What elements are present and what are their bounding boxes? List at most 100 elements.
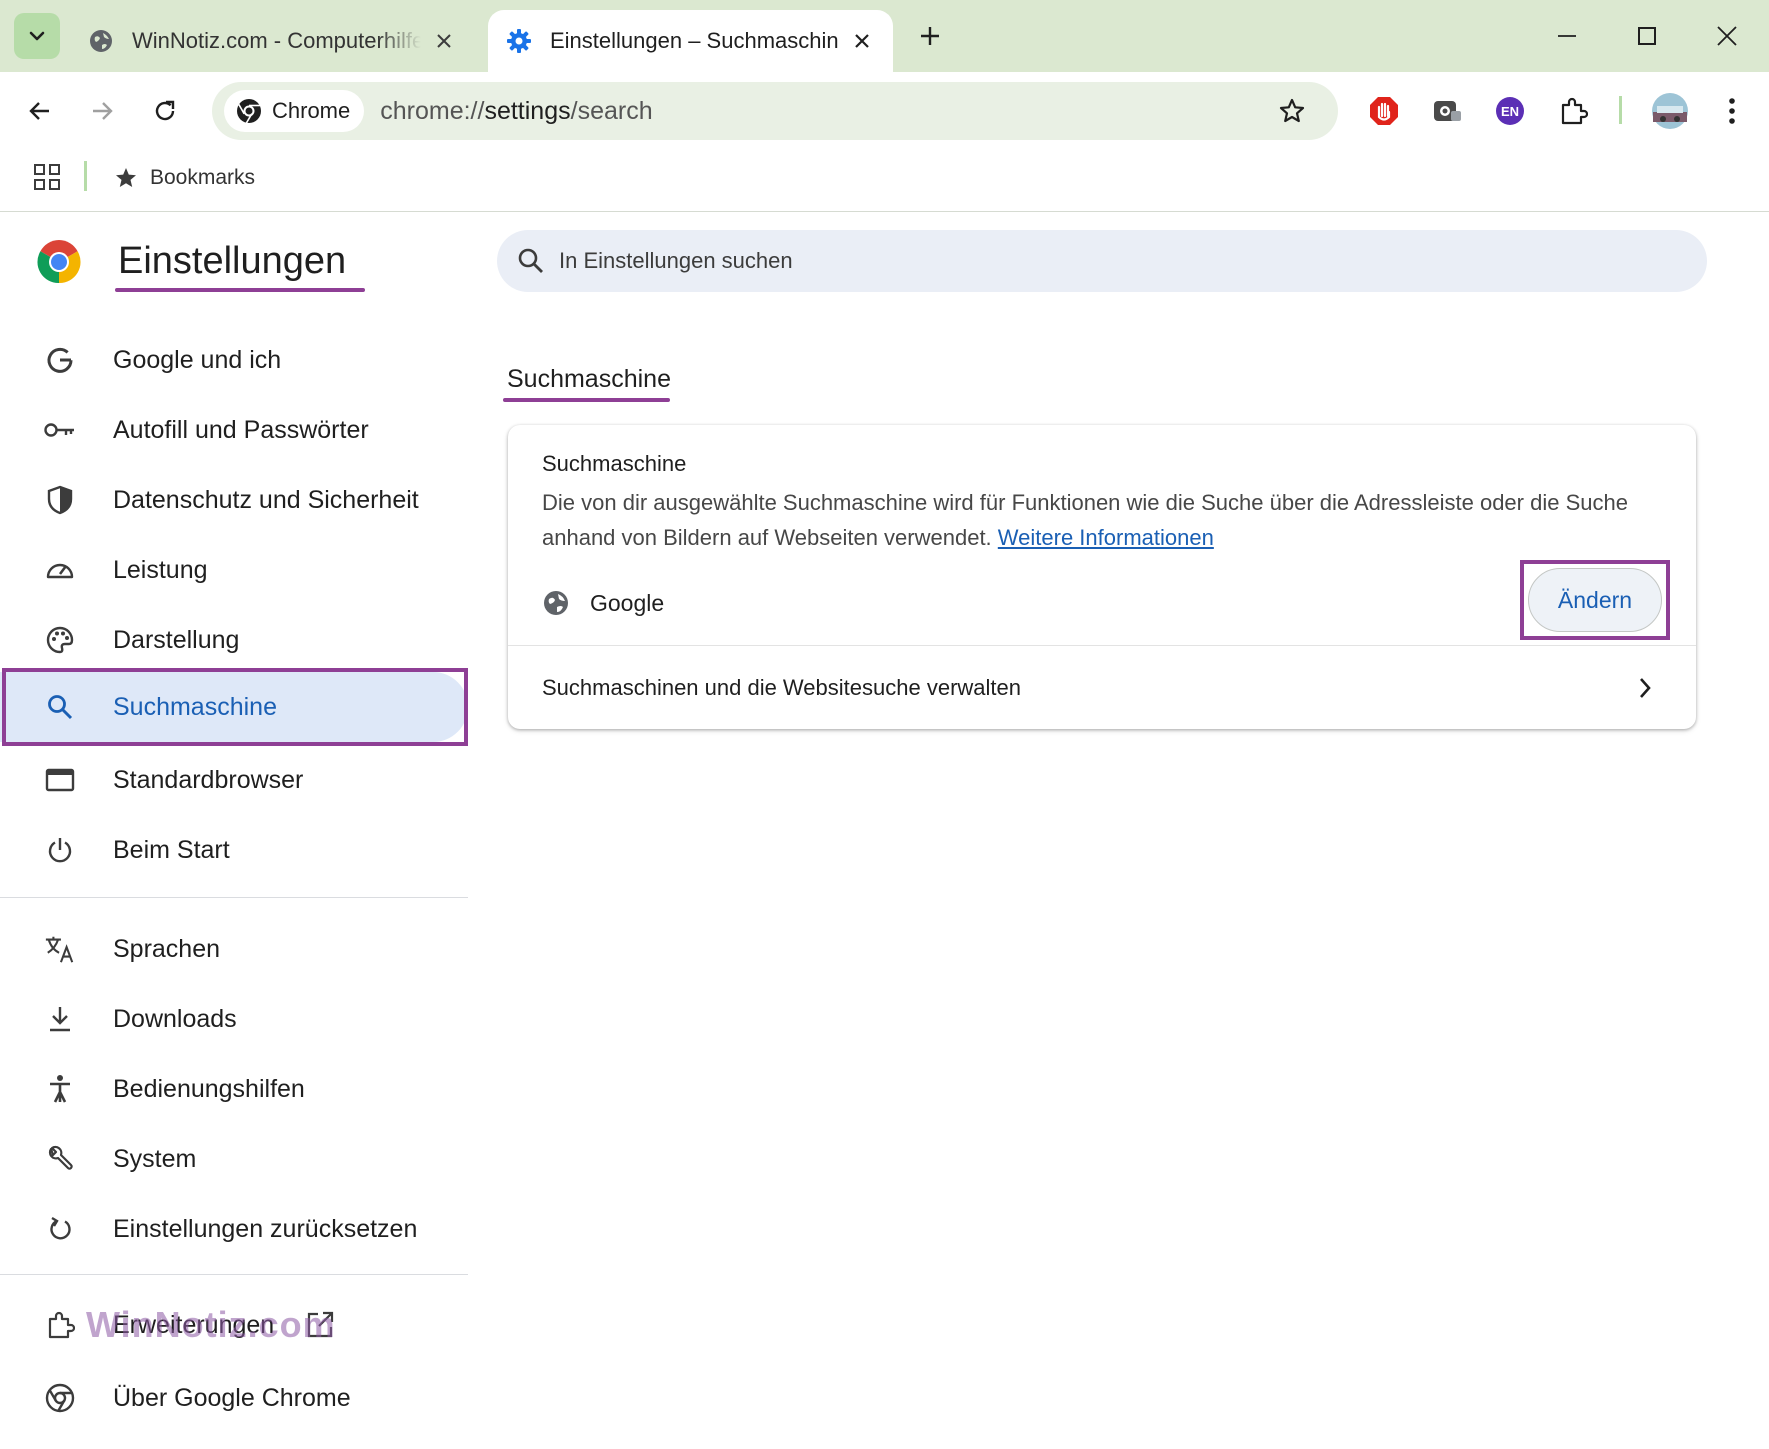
card-description: Die von dir ausgewählte Suchmaschine wir… <box>542 485 1662 555</box>
section-title-underline <box>503 398 670 402</box>
accessibility-icon <box>44 1073 76 1105</box>
key-icon <box>44 414 76 446</box>
manage-label: Suchmaschinen und die Websitesuche verwa… <box>542 674 1021 700</box>
search-engine-card: Suchmaschine Die von dir ausgewählte Suc… <box>508 425 1696 729</box>
settings-search-input[interactable] <box>559 248 1559 274</box>
chrome-logo-icon <box>37 240 81 284</box>
puzzle-icon <box>1561 97 1588 125</box>
sidebar-item-label: Google und ich <box>113 345 282 374</box>
puzzle-icon <box>44 1309 76 1341</box>
sidebar-item-label: Über Google Chrome <box>113 1383 351 1412</box>
sidebar-item-datenschutz[interactable]: Datenschutz und Sicherheit <box>0 465 468 535</box>
current-engine: Google <box>542 583 664 623</box>
palette-icon <box>44 624 76 656</box>
power-icon <box>44 834 76 866</box>
translate-icon <box>44 933 76 965</box>
wrench-icon <box>44 1143 76 1175</box>
bookmarks-bar: Bookmarks <box>0 150 1769 212</box>
reload-icon <box>155 100 175 121</box>
sidebar-item-downloads[interactable]: Downloads <box>0 984 468 1054</box>
maximize-button[interactable] <box>1622 12 1672 60</box>
google-g-icon <box>44 344 76 376</box>
close-icon[interactable] <box>849 28 875 54</box>
sidebar-item-darstellung[interactable]: Darstellung <box>0 605 468 675</box>
extension-stop-button[interactable] <box>1364 91 1404 131</box>
sidebar-item-label: Sprachen <box>113 934 221 963</box>
back-button[interactable] <box>20 91 60 131</box>
minimize-button[interactable] <box>1542 12 1592 60</box>
new-tab-button[interactable] <box>912 18 948 54</box>
toolbar-divider <box>1619 96 1622 124</box>
chrome-icon <box>44 1382 76 1414</box>
extension-language-button[interactable]: EN <box>1490 91 1530 131</box>
change-button-highlight-box <box>1520 560 1670 640</box>
watermark: WinNotiz.com <box>86 1304 336 1345</box>
tab-search-button[interactable] <box>14 13 60 59</box>
sidebar-item-label: Datenschutz und Sicherheit <box>113 485 419 514</box>
chip-label: Chrome <box>272 98 351 123</box>
active-item-highlight-box <box>2 668 468 746</box>
chevron-down-icon <box>29 31 45 41</box>
download-icon <box>44 1003 76 1035</box>
extension-recorder-button[interactable] <box>1427 91 1467 131</box>
apps-grid-icon[interactable] <box>32 162 62 192</box>
sidebar-item-label: Leistung <box>113 555 208 584</box>
chrome-menu-button[interactable] <box>1712 91 1752 131</box>
bookmarks-label: Bookmarks <box>150 166 256 189</box>
tab-title: Einstellungen – Suchmaschine <box>550 28 839 53</box>
bookmarks-divider <box>84 161 87 191</box>
reset-icon <box>44 1213 76 1245</box>
avatar-icon <box>1652 93 1688 129</box>
sidebar-item-label: Autofill und Passwörter <box>113 415 369 444</box>
reload-button[interactable] <box>145 91 185 131</box>
sidebar-item-label: Bedienungshilfen <box>113 1074 305 1103</box>
arrow-right-icon <box>93 102 113 120</box>
sidebar-item-system[interactable]: System <box>0 1124 468 1194</box>
stop-hand-icon <box>1370 97 1398 125</box>
plus-icon <box>921 27 939 45</box>
settings-search-bar[interactable] <box>497 230 1707 292</box>
tab-winnotiz[interactable]: WinNotiz.com - Computerhilfe und Tipps <box>70 10 475 72</box>
url-text[interactable]: chrome://settings/search <box>380 97 1272 126</box>
learn-more-link[interactable]: Weitere Informationen <box>998 525 1214 550</box>
extensions-menu-button[interactable] <box>1553 91 1593 131</box>
star-icon <box>1279 98 1305 123</box>
sidebar-item-autofill[interactable]: Autofill und Passwörter <box>0 395 468 465</box>
sidebar-item-label: Einstellungen zurücksetzen <box>113 1214 418 1243</box>
sidebar-item-google-und-ich[interactable]: Google und ich <box>0 325 468 395</box>
sidebar-item-label: Downloads <box>113 1004 237 1033</box>
sidebar-divider <box>0 897 468 898</box>
site-info-chip[interactable]: Chrome <box>224 90 365 132</box>
shield-icon <box>44 484 76 516</box>
screen-recorder-icon <box>1434 101 1461 121</box>
bookmarks-folder[interactable]: Bookmarks <box>114 160 255 196</box>
sidebar-item-standardbrowser[interactable]: Standardbrowser <box>0 745 468 815</box>
chevron-right-icon <box>1630 673 1660 703</box>
star-icon <box>116 168 136 187</box>
sidebar-item-label: System <box>113 1144 197 1173</box>
address-bar[interactable]: Chrome chrome://settings/search <box>212 82 1338 140</box>
close-icon <box>1717 26 1737 46</box>
manage-search-engines-row[interactable]: Suchmaschinen und die Websitesuche verwa… <box>508 646 1696 729</box>
tab-settings[interactable]: Einstellungen – Suchmaschine <box>488 10 893 72</box>
sidebar-item-label: Beim Start <box>113 835 230 864</box>
sidebar-item-bedienungshilfen[interactable]: Bedienungshilfen <box>0 1054 468 1124</box>
sidebar-item-leistung[interactable]: Leistung <box>0 535 468 605</box>
window-close-button[interactable] <box>1702 12 1752 60</box>
globe-icon <box>544 591 568 615</box>
sidebar-item-ueber-chrome[interactable]: Über Google Chrome <box>0 1363 468 1433</box>
sidebar-item-zuruecksetzen[interactable]: Einstellungen zurücksetzen <box>0 1194 468 1264</box>
forward-button[interactable] <box>82 91 122 131</box>
speedometer-icon <box>44 554 76 586</box>
search-icon <box>518 248 543 273</box>
close-icon[interactable] <box>431 28 457 54</box>
bookmark-star-button[interactable] <box>1272 91 1312 131</box>
sidebar-item-label: Darstellung <box>113 625 240 654</box>
sidebar-item-sprachen[interactable]: Sprachen <box>0 914 468 984</box>
card-title: Suchmaschine <box>542 451 687 476</box>
sidebar-item-beim-start[interactable]: Beim Start <box>0 815 468 885</box>
minimize-icon <box>1558 35 1576 37</box>
profile-avatar[interactable] <box>1648 89 1692 133</box>
maximize-icon <box>1638 27 1656 45</box>
kebab-menu-icon <box>1729 98 1735 124</box>
